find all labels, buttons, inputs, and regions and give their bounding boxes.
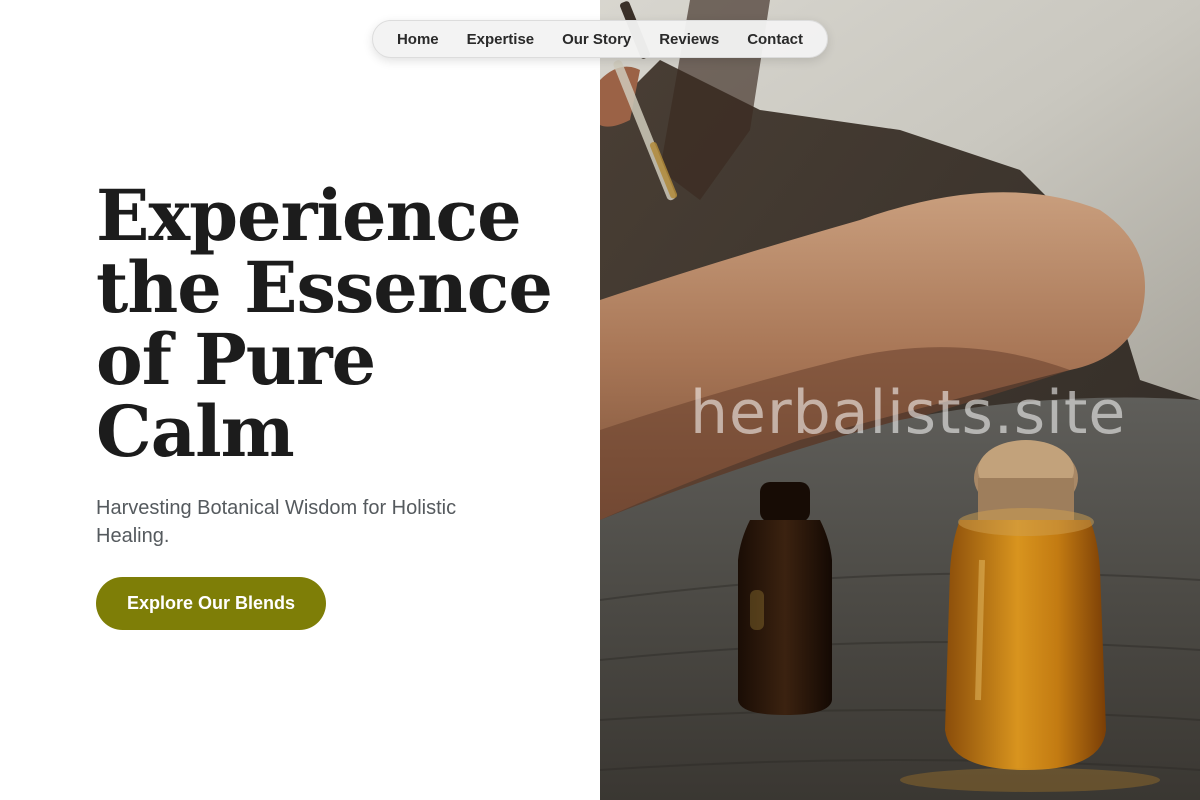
top-navigation: Home Expertise Our Story Reviews Contact [372, 20, 828, 58]
nav-item-our-story[interactable]: Our Story [556, 27, 637, 52]
nav-item-contact[interactable]: Contact [741, 27, 809, 52]
nav-item-reviews[interactable]: Reviews [653, 27, 725, 52]
watermark-text: herbalists.site [690, 378, 1127, 448]
hero-subheadline: Harvesting Botanical Wisdom for Holistic… [96, 497, 457, 547]
nav-item-expertise[interactable]: Expertise [461, 27, 541, 52]
explore-blends-button[interactable]: Explore Our Blends [96, 577, 326, 630]
nav-item-home[interactable]: Home [391, 27, 445, 52]
hero-left-panel: Experience the Essence of Pure Calm Harv… [0, 0, 600, 800]
headline-line: the Essence [96, 246, 553, 329]
hero-headline: Experience the Essence of Pure Calm [96, 180, 566, 468]
headline-line: Calm [96, 390, 295, 473]
headline-line: of Pure [96, 318, 376, 401]
headline-line: Experience [96, 174, 522, 257]
